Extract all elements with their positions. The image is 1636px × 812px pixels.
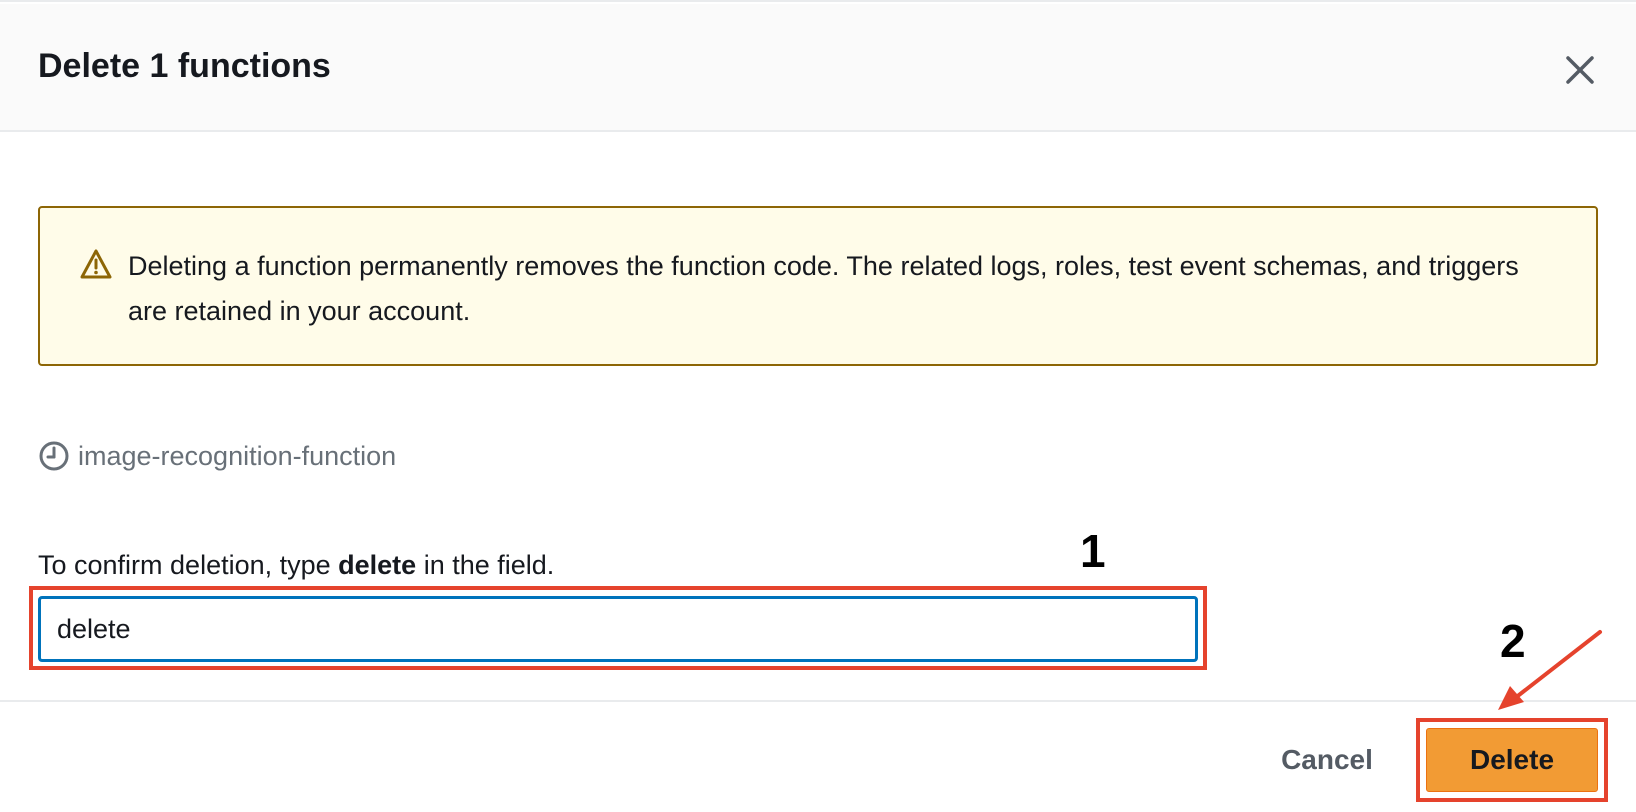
close-button[interactable] xyxy=(1558,48,1602,92)
resource-item: image-recognition-function xyxy=(38,438,396,474)
warning-alert: Deleting a function permanently removes … xyxy=(38,206,1598,366)
confirm-label-suffix: in the field. xyxy=(416,550,555,580)
clock-icon xyxy=(39,441,69,471)
confirm-keyword: delete xyxy=(338,550,417,580)
cancel-button[interactable]: Cancel xyxy=(1262,732,1392,788)
footer-divider xyxy=(0,700,1636,702)
step-1-annotation: 1 xyxy=(1080,525,1106,577)
confirm-label: To confirm deletion, type delete in the … xyxy=(38,550,554,581)
close-icon xyxy=(1566,56,1594,84)
confirm-label-prefix: To confirm deletion, type xyxy=(38,550,339,580)
confirm-delete-input[interactable] xyxy=(38,596,1198,662)
modal-title: Delete 1 functions xyxy=(38,47,331,85)
warning-icon xyxy=(80,249,112,279)
annotation-arrow xyxy=(1498,630,1602,710)
alert-message: Deleting a function permanently removes … xyxy=(128,251,1519,326)
modal-header: Delete 1 functions xyxy=(0,4,1636,132)
resource-name: image-recognition-function xyxy=(78,440,397,471)
delete-functions-modal: Delete 1 functions Deleting a function p… xyxy=(0,0,1636,812)
delete-button[interactable]: Delete xyxy=(1426,728,1598,792)
